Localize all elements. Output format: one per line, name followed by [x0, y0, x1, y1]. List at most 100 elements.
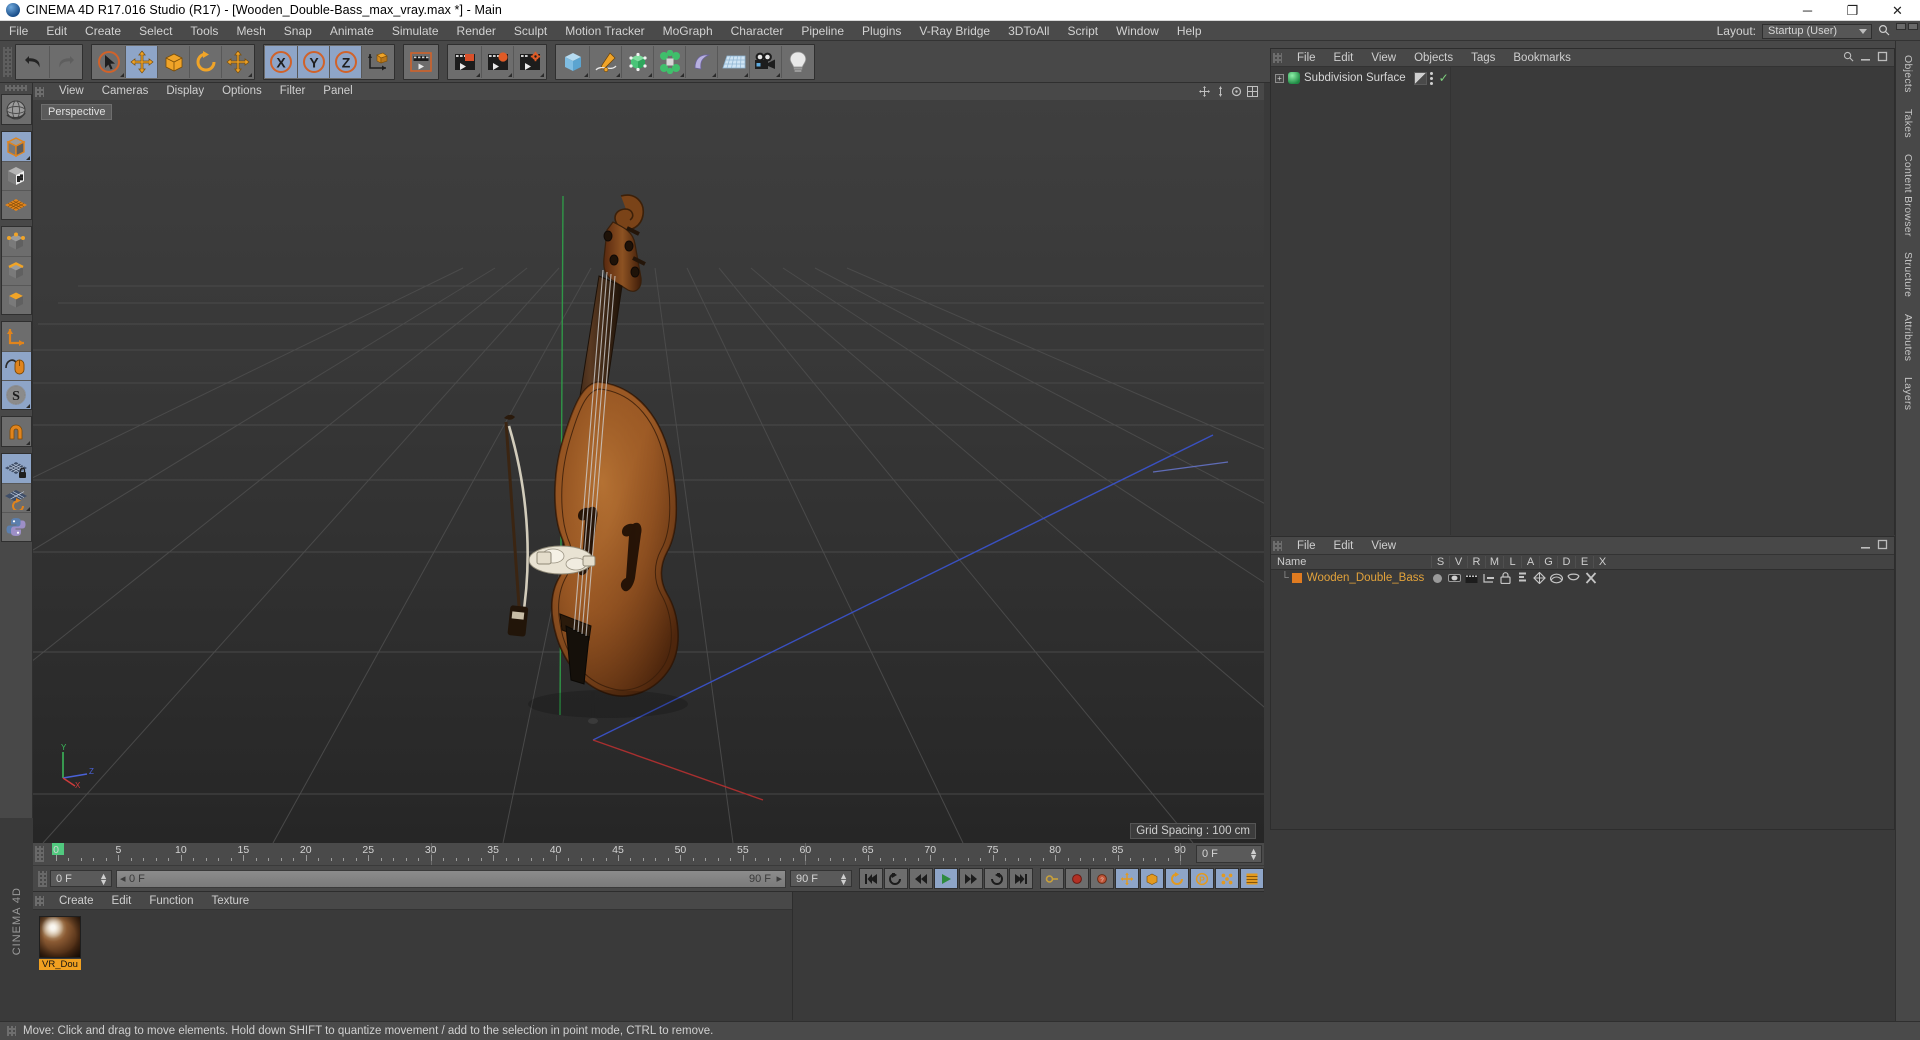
viewport-rotate-icon[interactable]	[1231, 86, 1242, 97]
play-button[interactable]	[934, 868, 958, 889]
right-tab-layers[interactable]: Layers	[1902, 369, 1914, 418]
timeline-toggle-button[interactable]	[1240, 868, 1264, 889]
rotation-key-button[interactable]	[1165, 868, 1189, 889]
menu-motion-tracker[interactable]: Motion Tracker	[556, 21, 653, 41]
add-cube-button[interactable]	[557, 45, 589, 78]
layer-col-d[interactable]: D	[1557, 556, 1575, 568]
object-manager-body[interactable]: + Subdivision Surface ✓	[1271, 67, 1894, 535]
transport-grip[interactable]	[38, 870, 47, 887]
close-button[interactable]: ✕	[1875, 0, 1920, 21]
move-tool[interactable]	[125, 45, 157, 78]
minimize-button[interactable]: ─	[1785, 0, 1830, 21]
layer-col-v[interactable]: V	[1449, 556, 1467, 568]
layer-col-m[interactable]: M	[1485, 556, 1503, 568]
layer-manager-menu-edit[interactable]: Edit	[1325, 537, 1363, 555]
material-preview-sphere[interactable]	[39, 916, 81, 958]
object-axis-mode-button[interactable]	[1, 322, 31, 351]
step-forward-button[interactable]	[959, 868, 983, 889]
soft-selection-button[interactable]: S	[1, 380, 31, 409]
model-mode-button[interactable]	[1, 132, 31, 161]
layer-manager-menu-file[interactable]: File	[1288, 537, 1325, 555]
viewport-menu-options[interactable]: Options	[213, 83, 271, 100]
spinner-icon[interactable]: ▲ ▼	[839, 872, 848, 887]
display-tag-icon[interactable]	[1413, 71, 1427, 85]
menu-simulate[interactable]: Simulate	[383, 21, 448, 41]
x-axis-lock[interactable]: X	[265, 45, 297, 78]
timeline-frame-field[interactable]: 0 F ▲ ▼	[1196, 845, 1262, 863]
object-manager-grip[interactable]	[1273, 52, 1282, 63]
render-picture-viewer-button[interactable]	[481, 45, 513, 78]
material-swatch-area[interactable]: VR_Dou	[33, 910, 792, 1020]
layer-col-r[interactable]: R	[1467, 556, 1485, 568]
timeline-ruler[interactable]: 051015202530354045505560657075808590	[46, 843, 1190, 865]
lock-workplane-button[interactable]	[1, 454, 31, 483]
go-to-end-button[interactable]	[1009, 868, 1033, 889]
record-active-objects-button[interactable]	[1065, 868, 1089, 889]
layer-manager-grip[interactable]	[1273, 540, 1282, 551]
lock-icon[interactable]	[1499, 572, 1512, 584]
add-deformer-button[interactable]	[685, 45, 717, 78]
right-tab-objects[interactable]: Objects	[1902, 47, 1914, 101]
go-to-start-button[interactable]	[859, 868, 883, 889]
view-icon[interactable]	[1448, 572, 1461, 584]
add-light-button[interactable]	[781, 45, 813, 78]
render-view-button[interactable]	[405, 45, 437, 78]
right-tab-attributes[interactable]: Attributes	[1902, 306, 1914, 369]
menu-mesh[interactable]: Mesh	[227, 21, 274, 41]
right-tab-takes[interactable]: Takes	[1902, 101, 1914, 146]
workplane-align-button[interactable]	[1, 483, 31, 512]
menu-tools[interactable]: Tools	[181, 21, 227, 41]
expand-icon[interactable]: +	[1275, 73, 1284, 83]
layer-col-g[interactable]: G	[1539, 556, 1557, 568]
expression-icon[interactable]	[1567, 572, 1580, 584]
material-menu-edit[interactable]: Edit	[103, 892, 141, 910]
maximize-button[interactable]: ❐	[1830, 0, 1875, 21]
parameter-key-button[interactable]: P	[1190, 868, 1214, 889]
menu-help[interactable]: Help	[1168, 21, 1211, 41]
keyframe-selection-button[interactable]: ?	[1090, 868, 1114, 889]
snap-magnet-button[interactable]	[1, 417, 31, 446]
layer-manager-menu-view[interactable]: View	[1362, 537, 1405, 555]
menu-window[interactable]: Window	[1107, 21, 1168, 41]
animation-icon[interactable]	[1516, 572, 1529, 584]
mini-restore-icon[interactable]	[1908, 23, 1918, 30]
object-manager-tag-area[interactable]	[1451, 67, 1894, 535]
add-spline-button[interactable]	[589, 45, 621, 78]
check-tag-icon[interactable]: ✓	[1439, 72, 1449, 84]
viewport-menu-display[interactable]: Display	[157, 83, 213, 100]
layer-col-x[interactable]: X	[1593, 556, 1611, 568]
object-manager-menu-edit[interactable]: Edit	[1325, 49, 1363, 67]
z-axis-lock[interactable]: Z	[329, 45, 361, 78]
move-axis-tool[interactable]	[221, 45, 253, 78]
menu-animate[interactable]: Animate	[321, 21, 383, 41]
viewport-menu-filter[interactable]: Filter	[271, 83, 315, 100]
viewport-maximize-icon[interactable]	[1247, 86, 1258, 97]
viewport-move-icon[interactable]	[1199, 86, 1210, 97]
viewport-menu-grip[interactable]	[35, 86, 44, 97]
right-tab-structure[interactable]: Structure	[1902, 244, 1914, 305]
undo-view-button[interactable]	[1, 95, 31, 124]
spinner-icon[interactable]: ▲ ▼	[99, 872, 108, 887]
viewport-scale-icon[interactable]	[1215, 86, 1226, 97]
polygons-mode-button[interactable]	[1, 285, 31, 314]
solo-dot[interactable]	[1431, 572, 1444, 584]
scale-tool[interactable]	[157, 45, 189, 78]
menu-mograph[interactable]: MoGraph	[654, 21, 722, 41]
lm-restore-icon[interactable]	[1877, 539, 1888, 553]
object-manager-menu-bookmarks[interactable]: Bookmarks	[1504, 49, 1580, 67]
search-icon[interactable]	[1878, 24, 1890, 39]
add-camera-button[interactable]	[749, 45, 781, 78]
redo-button[interactable]	[49, 45, 81, 78]
viewport-menu-view[interactable]: View	[50, 83, 93, 100]
position-key-button[interactable]	[1115, 868, 1139, 889]
timeline-grip[interactable]	[35, 846, 44, 862]
rotate-tool[interactable]	[189, 45, 221, 78]
autokey-toggle[interactable]	[1040, 868, 1064, 889]
mini-minimize-icon[interactable]	[1896, 23, 1906, 30]
menu-sculpt[interactable]: Sculpt	[505, 21, 556, 41]
add-generator-button[interactable]	[621, 45, 653, 78]
layer-col-e[interactable]: E	[1575, 556, 1593, 568]
material-manager-grip[interactable]	[35, 895, 44, 906]
layer-name-cell[interactable]: └ Wooden_Double_Bass	[1271, 572, 1431, 584]
viewport-menu-panel[interactable]: Panel	[314, 83, 361, 100]
